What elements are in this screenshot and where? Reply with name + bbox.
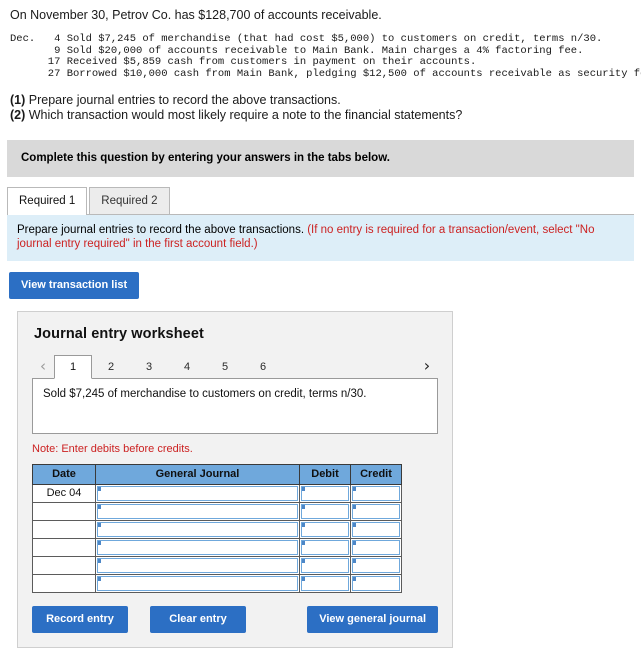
- row-2-journal-input[interactable]: [97, 503, 298, 519]
- chevron-right-icon[interactable]: ›: [416, 357, 438, 377]
- transaction-list-text: Dec. 4 Sold $7,245 of merchandise (that …: [10, 33, 641, 81]
- row-5-date[interactable]: [32, 555, 96, 575]
- requirement-2: (2) Which transaction would most likely …: [10, 108, 631, 123]
- row-6-date[interactable]: [32, 573, 96, 593]
- complete-question-text: Complete this question by entering your …: [21, 152, 390, 165]
- row-2-credit-input[interactable]: [352, 503, 400, 519]
- tab-required-2-label: Required 2: [101, 194, 158, 207]
- instruction-panel: Prepare journal entries to record the ab…: [7, 214, 634, 261]
- row-2-date[interactable]: [32, 501, 96, 521]
- view-transaction-list-wrap: View transaction list: [9, 271, 641, 299]
- pager-page-5[interactable]: 5: [206, 355, 244, 378]
- row-6-credit-input[interactable]: [352, 575, 400, 591]
- row-5-credit-cell[interactable]: [350, 555, 402, 575]
- row-2-credit-cell[interactable]: [350, 501, 402, 521]
- journal-entry-table: Date General Journal Debit Credit Dec 04: [32, 463, 402, 593]
- instruction-main-text: Prepare journal entries to record the ab…: [17, 223, 308, 236]
- row-2-journal-cell[interactable]: [95, 501, 300, 521]
- requirement-2-number: (2): [10, 107, 26, 122]
- column-header-general-journal: General Journal: [95, 463, 300, 485]
- row-4-journal-cell[interactable]: [95, 537, 300, 557]
- worksheet-title: Journal entry worksheet: [34, 325, 204, 342]
- table-row: [32, 573, 402, 593]
- column-header-debit: Debit: [299, 463, 351, 485]
- row-3-journal-input[interactable]: [97, 521, 298, 537]
- table-row: [32, 537, 402, 557]
- journal-table-head: Date General Journal Debit Credit: [32, 463, 402, 485]
- row-3-journal-cell[interactable]: [95, 519, 300, 539]
- transaction-description-text: Sold $7,245 of merchandise to customers …: [43, 387, 367, 400]
- row-3-debit-input[interactable]: [301, 521, 349, 537]
- row-1-date: Dec 04: [32, 483, 96, 503]
- row-1-credit-cell[interactable]: [350, 483, 402, 503]
- row-3-debit-cell[interactable]: [299, 519, 351, 539]
- row-4-debit-input[interactable]: [301, 539, 349, 555]
- problem-intro-text: On November 30, Petrov Co. has $128,700 …: [10, 8, 382, 22]
- problem-statement: On November 30, Petrov Co. has $128,700 …: [0, 0, 641, 123]
- chevron-left-icon[interactable]: ‹: [32, 358, 54, 378]
- debits-before-credits-note: Note: Enter debits before credits.: [32, 442, 193, 455]
- row-1-debit-input[interactable]: [301, 485, 349, 501]
- row-2-debit-cell[interactable]: [299, 501, 351, 521]
- table-row: [32, 555, 402, 575]
- view-general-journal-button[interactable]: View general journal: [307, 605, 438, 633]
- row-3-credit-input[interactable]: [352, 521, 400, 537]
- row-5-debit-input[interactable]: [301, 557, 349, 573]
- requirement-1-text: Prepare journal entries to record the ab…: [25, 92, 341, 107]
- pager-page-4[interactable]: 4: [168, 355, 206, 378]
- row-4-date[interactable]: [32, 537, 96, 557]
- table-row: [32, 501, 402, 521]
- clear-entry-button[interactable]: Clear entry: [150, 605, 246, 633]
- row-6-debit-cell[interactable]: [299, 573, 351, 593]
- tab-required-2[interactable]: Required 2: [89, 186, 170, 214]
- requirement-1-number: (1): [10, 92, 26, 107]
- tab-required-1-label: Required 1: [19, 194, 76, 207]
- row-1-journal-cell[interactable]: [95, 483, 300, 503]
- tab-required-1[interactable]: Required 1: [7, 186, 88, 215]
- row-5-journal-input[interactable]: [97, 557, 298, 573]
- pager-page-6[interactable]: 6: [244, 355, 282, 378]
- requirement-2-text: Which transaction would most likely requ…: [25, 107, 463, 122]
- row-1-debit-cell[interactable]: [299, 483, 351, 503]
- row-5-credit-input[interactable]: [352, 557, 400, 573]
- row-6-journal-cell[interactable]: [95, 573, 300, 593]
- requirements-list: (1) Prepare journal entries to record th…: [10, 93, 631, 123]
- pager-page-1[interactable]: 1: [54, 354, 92, 379]
- journal-table-header-row: Date General Journal Debit Credit: [32, 463, 402, 485]
- requirement-1: (1) Prepare journal entries to record th…: [10, 93, 631, 108]
- transaction-description-box: Sold $7,245 of merchandise to customers …: [32, 377, 438, 434]
- row-6-credit-cell[interactable]: [350, 573, 402, 593]
- row-3-date[interactable]: [32, 519, 96, 539]
- worksheet-action-buttons: Record entry Clear entry View general jo…: [32, 605, 438, 633]
- column-header-credit: Credit: [350, 463, 402, 485]
- journal-entry-worksheet-panel: Journal entry worksheet ‹ 1 2 3 4 5 6 › …: [17, 310, 453, 648]
- table-row: [32, 519, 402, 539]
- row-3-credit-cell[interactable]: [350, 519, 402, 539]
- row-4-credit-cell[interactable]: [350, 537, 402, 557]
- pager-page-2[interactable]: 2: [92, 355, 130, 378]
- row-2-debit-input[interactable]: [301, 503, 349, 519]
- row-4-journal-input[interactable]: [97, 539, 298, 555]
- worksheet-pager: ‹ 1 2 3 4 5 6 ›: [32, 353, 438, 379]
- row-6-debit-input[interactable]: [301, 575, 349, 591]
- journal-table-body: Dec 04: [32, 483, 402, 593]
- row-4-debit-cell[interactable]: [299, 537, 351, 557]
- row-1-credit-input[interactable]: [352, 485, 400, 501]
- row-5-journal-cell[interactable]: [95, 555, 300, 575]
- pager-page-3[interactable]: 3: [130, 355, 168, 378]
- column-header-date: Date: [32, 463, 96, 485]
- row-4-credit-input[interactable]: [352, 539, 400, 555]
- table-row: Dec 04: [32, 483, 402, 503]
- requirement-tabstrip: Required 1 Required 2: [7, 186, 634, 215]
- row-1-journal-input[interactable]: [97, 485, 298, 501]
- complete-question-bar: Complete this question by entering your …: [7, 139, 634, 177]
- record-entry-button[interactable]: Record entry: [32, 605, 128, 633]
- row-6-journal-input[interactable]: [97, 575, 298, 591]
- row-5-debit-cell[interactable]: [299, 555, 351, 575]
- view-transaction-list-button[interactable]: View transaction list: [9, 271, 140, 299]
